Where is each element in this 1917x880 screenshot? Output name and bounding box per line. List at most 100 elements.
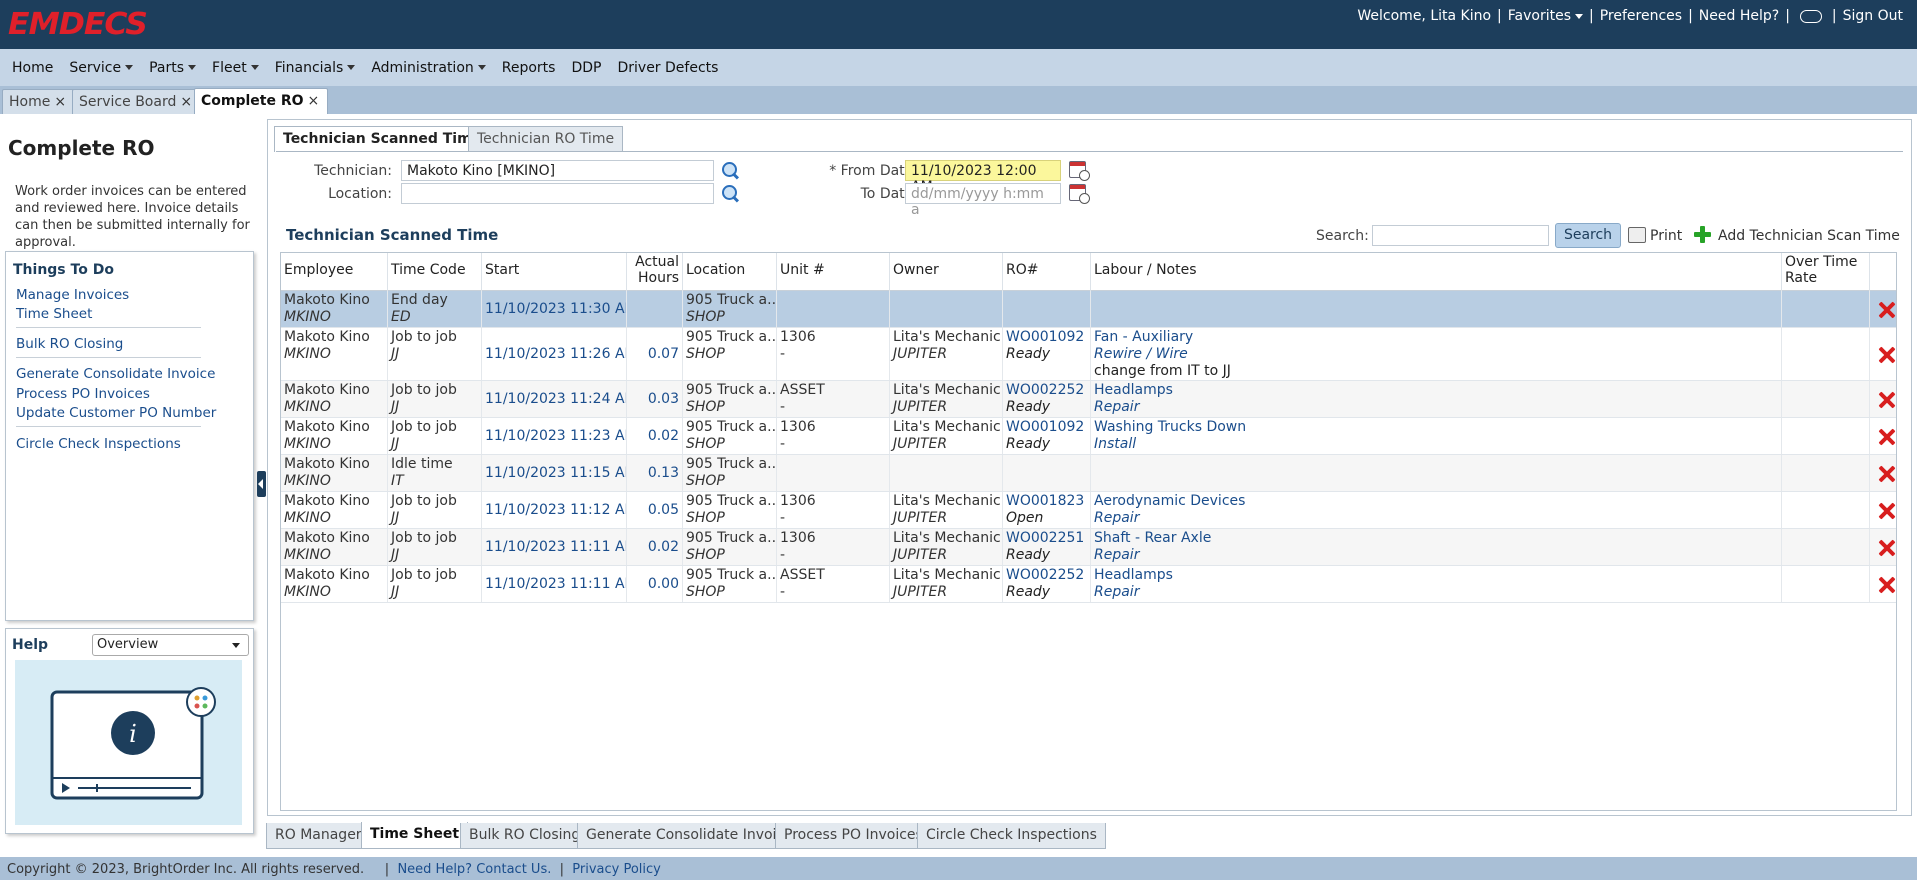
tab-service-board[interactable]: Service Board × xyxy=(72,89,202,114)
link-update-customer-po[interactable]: Update Customer PO Number xyxy=(16,405,216,421)
start-time-link[interactable]: 11/10/2023 11:12 AM xyxy=(485,502,626,519)
add-icon[interactable] xyxy=(1693,225,1712,244)
ro-link[interactable]: WO001823 xyxy=(1006,493,1087,510)
start-time-link[interactable]: 11/10/2023 11:30 AM xyxy=(485,301,626,318)
search-button[interactable]: Search xyxy=(1555,223,1621,248)
printer-icon[interactable] xyxy=(1628,227,1646,243)
calendar-clock-icon[interactable] xyxy=(1069,161,1090,181)
col-location[interactable]: Location xyxy=(683,253,777,291)
nav-fleet[interactable]: Fleet xyxy=(204,60,267,76)
labour-link[interactable]: Shaft - Rear Axle xyxy=(1094,530,1778,547)
table-row[interactable]: Makoto Kino MKINO Job to job JJ 11/10/2023 1… xyxy=(281,492,1896,529)
tab-technician-scanned-time[interactable]: Technician Scanned Time xyxy=(274,126,491,152)
delete-icon[interactable] xyxy=(1878,346,1896,364)
cell-start[interactable]: 11/10/2023 11:26 AM xyxy=(482,328,627,380)
need-help-link[interactable]: Need Help? xyxy=(1693,8,1785,24)
cloud-icon[interactable] xyxy=(1799,9,1822,23)
delete-icon[interactable] xyxy=(1878,301,1896,319)
to-date-field[interactable]: dd/mm/yyyy h:mm a xyxy=(905,183,1061,218)
link-time-sheet[interactable]: Time Sheet xyxy=(16,306,92,322)
start-time-link[interactable]: 11/10/2023 11:11 AM xyxy=(485,539,626,556)
ro-link[interactable]: WO002252 xyxy=(1006,382,1087,399)
location-field[interactable] xyxy=(401,183,714,204)
delete-icon[interactable] xyxy=(1878,502,1896,520)
ro-link[interactable]: WO001092 xyxy=(1006,419,1087,436)
search-icon[interactable] xyxy=(722,185,738,201)
link-generate-consolidate-invoice[interactable]: Generate Consolidate Invoice xyxy=(16,366,215,382)
tab-technician-ro-time[interactable]: Technician RO Time xyxy=(468,126,624,151)
link-bulk-ro-closing[interactable]: Bulk RO Closing xyxy=(16,336,123,352)
col-time-code[interactable]: Time Code xyxy=(388,253,482,291)
tab-complete-ro[interactable]: Complete RO × xyxy=(194,88,329,114)
col-unit[interactable]: Unit # xyxy=(777,253,890,291)
delete-icon[interactable] xyxy=(1878,465,1896,483)
tab-process-po-invoices[interactable]: Process PO Invoices xyxy=(775,823,932,849)
tab-home[interactable]: Home × xyxy=(2,89,76,114)
tab-bulk-ro-closing[interactable]: Bulk RO Closing xyxy=(460,823,590,849)
col-ro[interactable]: RO# xyxy=(1003,253,1091,291)
nav-reports[interactable]: Reports xyxy=(494,60,564,76)
nav-financials[interactable]: Financials xyxy=(267,60,364,76)
link-process-po-invoices[interactable]: Process PO Invoices xyxy=(16,386,150,402)
close-icon[interactable]: × xyxy=(54,94,66,110)
table-row[interactable]: Makoto Kino MKINO Job to job JJ 11/10/2023 1… xyxy=(281,529,1896,566)
col-over-time-rate[interactable]: Over Time Rate xyxy=(1782,253,1870,291)
sign-out-link[interactable]: Sign Out xyxy=(1837,8,1909,24)
link-circle-check-inspections[interactable]: Circle Check Inspections xyxy=(16,436,181,452)
link-manage-invoices[interactable]: Manage Invoices xyxy=(16,287,129,303)
table-row[interactable]: Makoto Kino MKINO Idle time IT 11/10/2023 11… xyxy=(281,455,1896,492)
labour-operation[interactable]: Repair xyxy=(1094,510,1778,527)
cell-start[interactable]: 11/10/2023 11:30 AM xyxy=(482,291,627,327)
favorites-menu[interactable]: Favorites xyxy=(1502,8,1589,24)
delete-icon[interactable] xyxy=(1878,539,1896,557)
tab-generate-consolidate-invoice[interactable]: Generate Consolidate Invoice xyxy=(577,823,802,849)
nav-home[interactable]: Home xyxy=(4,60,61,76)
search-input[interactable] xyxy=(1372,225,1549,246)
table-row[interactable]: Makoto Kino MKINO Job to job JJ 11/10/2023 1… xyxy=(281,328,1896,381)
cell-start[interactable]: 11/10/2023 11:23 AM xyxy=(482,418,627,454)
tab-ro-manager[interactable]: RO Manager xyxy=(266,823,371,849)
search-icon[interactable] xyxy=(722,162,738,178)
from-date-field[interactable]: 11/10/2023 12:00 AM xyxy=(905,160,1061,195)
labour-link[interactable]: Fan - Auxiliary xyxy=(1094,329,1778,346)
table-row[interactable]: Makoto Kino MKINO Job to job JJ 11/10/2023 1… xyxy=(281,381,1896,418)
ro-link[interactable]: WO001092 xyxy=(1006,329,1087,346)
start-time-link[interactable]: 11/10/2023 11:24 AM xyxy=(485,391,626,408)
labour-operation[interactable]: Install xyxy=(1094,436,1778,453)
start-time-link[interactable]: 11/10/2023 11:26 AM xyxy=(485,346,626,363)
col-employee[interactable]: Employee xyxy=(281,253,388,291)
ro-link[interactable]: WO002252 xyxy=(1006,567,1087,584)
cell-start[interactable]: 11/10/2023 11:12 AM xyxy=(482,492,627,528)
nav-driver-defects[interactable]: Driver Defects xyxy=(609,60,726,76)
cell-start[interactable]: 11/10/2023 11:11 AM xyxy=(482,566,627,602)
app-logo[interactable]: EMDECS xyxy=(8,7,148,42)
cell-start[interactable]: 11/10/2023 11:15 AM xyxy=(482,455,627,491)
nav-administration[interactable]: Administration xyxy=(363,60,493,76)
table-row[interactable]: Makoto Kino MKINO Job to job JJ 11/10/2023 1… xyxy=(281,418,1896,455)
labour-link[interactable]: Headlamps xyxy=(1094,382,1778,399)
labour-link[interactable]: Washing Trucks Down xyxy=(1094,419,1778,436)
labour-link[interactable]: Aerodynamic Devices xyxy=(1094,493,1778,510)
delete-icon[interactable] xyxy=(1878,428,1896,446)
tab-circle-check-inspections[interactable]: Circle Check Inspections xyxy=(917,823,1106,849)
nav-ddp[interactable]: DDP xyxy=(563,60,609,76)
help-topic-select[interactable]: Overview xyxy=(92,634,249,656)
col-start[interactable]: Start xyxy=(482,253,627,291)
labour-operation[interactable]: Repair xyxy=(1094,399,1778,416)
start-time-link[interactable]: 11/10/2023 11:15 AM xyxy=(485,465,626,482)
preferences-link[interactable]: Preferences xyxy=(1594,8,1688,24)
col-actual-hours[interactable]: Actual Hours xyxy=(627,253,683,291)
close-icon[interactable]: × xyxy=(180,94,192,110)
contact-us-link[interactable]: Need Help? Contact Us. xyxy=(397,862,551,877)
close-icon[interactable]: × xyxy=(308,93,320,109)
calendar-clock-icon[interactable] xyxy=(1069,184,1090,204)
start-time-link[interactable]: 11/10/2023 11:11 AM xyxy=(485,576,626,593)
technician-field[interactable]: Makoto Kino [MKINO] xyxy=(401,160,714,181)
delete-icon[interactable] xyxy=(1878,391,1896,409)
table-row[interactable]: Makoto Kino MKINO End day ED 11/10/2023 11:3… xyxy=(281,291,1896,328)
delete-icon[interactable] xyxy=(1878,576,1896,594)
col-labour-notes[interactable]: Labour / Notes xyxy=(1091,253,1782,291)
help-video-thumbnail[interactable]: i xyxy=(15,660,242,825)
add-technician-scan-time-button[interactable]: Add Technician Scan Time xyxy=(1718,228,1900,244)
start-time-link[interactable]: 11/10/2023 11:23 AM xyxy=(485,428,626,445)
